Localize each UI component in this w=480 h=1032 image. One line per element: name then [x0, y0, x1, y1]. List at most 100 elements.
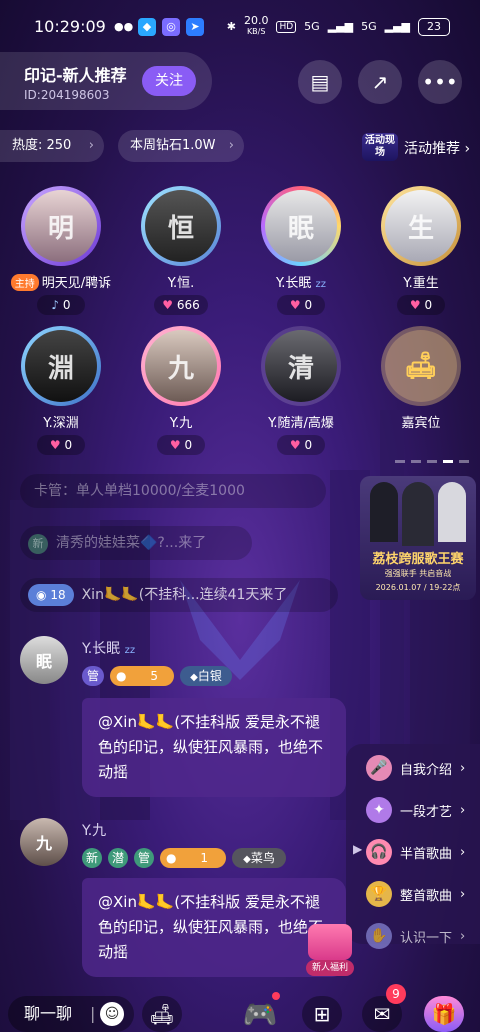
status-bar: 10:29:09 ●● ◆ ◎ ➤ ✱ 20.0 KB/S HD 5G ▂▄▆ 5G…: [0, 0, 480, 52]
eye-icon: ◉: [36, 588, 47, 602]
message-avatar[interactable]: 眠: [20, 636, 68, 684]
more-button[interactable]: •••: [418, 60, 462, 104]
newbie-gift[interactable]: 新人福利: [306, 924, 354, 976]
avatar: 恒: [145, 190, 217, 262]
chevron-right-icon: ›: [88, 138, 94, 153]
guest-seat-label: 嘉宾位: [401, 416, 441, 431]
rank-tag: ◆白银: [180, 666, 232, 686]
share-button[interactable]: ↗: [358, 60, 402, 104]
talent-icon: ✦: [366, 797, 392, 823]
headphones-icon: 🎧: [366, 839, 392, 865]
chevron-right-icon: ›: [460, 844, 466, 860]
activity-badge[interactable]: 活动现场: [362, 133, 398, 161]
menu-collapse-arrow[interactable]: ▶: [353, 842, 362, 856]
avatar: 明: [25, 190, 97, 262]
seat-request-button[interactable]: 🛋: [142, 996, 182, 1032]
avatar-ring: 淵: [21, 326, 101, 406]
grid-icon: ⊞: [313, 1002, 331, 1026]
seat-name: Y.恒.: [167, 276, 195, 291]
mic-seat-7[interactable]: 清 Y.随清/高爆 ♥ 0: [246, 326, 356, 455]
admin-tag: 管: [134, 848, 154, 868]
sofa-icon: 🛋: [385, 330, 457, 402]
new-tag: 新: [28, 534, 48, 554]
signal-1: 5G: [304, 20, 320, 33]
chevron-right-icon: ›: [460, 928, 466, 944]
announcement-button[interactable]: ▤: [298, 60, 342, 104]
seat-count: ♪ 0: [37, 295, 85, 315]
menu-item-half-song[interactable]: 🎧 半首歌曲 ›: [366, 839, 465, 865]
game-button[interactable]: 🎮: [240, 992, 280, 1032]
room-id: ID:204198603: [24, 88, 110, 102]
chevron-right-icon: ›: [460, 886, 466, 902]
banner-title: 荔枝跨服歌王赛: [372, 552, 464, 567]
heat-pill[interactable]: 热度: 250 ›: [0, 130, 104, 162]
guest-seat[interactable]: 🛋 嘉宾位: [366, 326, 476, 431]
chevron-right-icon: ›: [460, 760, 466, 776]
sleep-icon: zz: [315, 279, 327, 290]
mic-seat-5[interactable]: 淵 Y.深淵 ♥ 0: [6, 326, 116, 455]
microphone-icon: 🎤: [366, 755, 392, 781]
mic-seat-4[interactable]: 生 Y.重生 ♥ 0: [366, 186, 476, 315]
mail-icon: ✉: [373, 1002, 391, 1026]
seat-name: Y.重生: [403, 276, 439, 291]
chat-input[interactable]: 聊一聊 | ☺: [8, 996, 134, 1032]
seat-count: ♥ 0: [397, 295, 445, 315]
seat-count: ♥ 0: [277, 295, 325, 315]
seat-name: Y.九: [169, 416, 193, 431]
event-banner[interactable]: 荔枝跨服歌王赛 强强联手 共启音战 2026.01.07 / 19-22点: [360, 476, 476, 600]
banner-subtitle: 强强联手 共启音战: [384, 569, 452, 578]
status-time: 10:29:09: [34, 17, 106, 36]
seat-name: 主持 明天见/聘诉: [6, 272, 116, 291]
feishu-icon: ➤: [186, 18, 204, 36]
wealth-level-tag: ● 5: [110, 666, 174, 686]
heart-icon: ♥: [289, 438, 301, 452]
coin-icon: ●: [166, 851, 177, 865]
messages-button[interactable]: ✉ 9: [362, 984, 406, 1032]
apps-button[interactable]: ⊞: [302, 996, 342, 1032]
battery: 23: [418, 17, 450, 36]
signal-2: 5G: [361, 20, 377, 33]
mic-seat-2[interactable]: 恒 Y.恒. ♥ 666: [126, 186, 236, 315]
handshake-icon: ✋: [366, 923, 392, 949]
seat-name: Y.深淵: [43, 416, 79, 431]
avatar: 生: [385, 190, 457, 262]
message-avatar[interactable]: 九: [20, 818, 68, 866]
sleep-icon: zz: [124, 645, 136, 656]
avatar-ring: 九: [141, 326, 221, 406]
notice-board-icon: ▤: [310, 70, 330, 94]
avatar-ring: 眠: [261, 186, 341, 266]
activity-recommend[interactable]: 活动推荐 ›: [404, 138, 470, 158]
avatar-ring: 明: [21, 186, 101, 266]
diamond-pill[interactable]: 本周钻石1.0W ›: [118, 130, 244, 162]
seat-count: ♥ 0: [277, 435, 325, 455]
gamepad-icon: 🎮: [242, 997, 278, 1031]
join-message-2: ◉ 18 Xin🦶🦶(不挂科...连续41天来了: [20, 578, 338, 612]
signal-bars-icon: ▂▄▆: [327, 20, 354, 33]
rank-tag: ◆菜鸟: [232, 848, 286, 868]
mic-seat-3[interactable]: 眠 Y.长眠 zz ♥ 0: [246, 186, 356, 315]
menu-item-full-song[interactable]: 🏆 整首歌曲 ›: [366, 881, 465, 907]
message-sender[interactable]: Y.长眠 zz: [82, 638, 135, 658]
mic-seat-1[interactable]: 明 主持 明天见/聘诉 ♪ 0: [6, 186, 116, 315]
avatar-ring: 恒: [141, 186, 221, 266]
seat-name: Y.随清/高爆: [268, 416, 334, 431]
message-sender[interactable]: Y.九: [82, 820, 106, 840]
mic-seat-6[interactable]: 九 Y.九 ♥ 0: [126, 326, 236, 455]
avatar-ring: 生: [381, 186, 461, 266]
newbie-tag: 新: [82, 848, 102, 868]
room-notice: 卡管：单人单档10000/全麦1000: [20, 474, 326, 508]
coin-icon: ●: [116, 669, 127, 683]
emoji-icon[interactable]: ☺: [100, 1002, 124, 1026]
heart-icon: ♥: [169, 438, 181, 452]
menu-item-talent[interactable]: ✦ 一段才艺 ›: [366, 797, 465, 823]
join-message-1: 新清秀的娃娃菜🔷?...来了: [20, 526, 252, 560]
gift-button[interactable]: 🎁: [424, 996, 464, 1032]
message-bubble[interactable]: @Xin🦶🦶(不挂科版 爱是永不褪色的印记，纵使狂风暴雨，也绝不动摇: [82, 698, 346, 797]
status-right: ✱ 20.0 KB/S HD 5G ▂▄▆ 5G ▂▄▆ 23: [227, 15, 450, 37]
chevron-right-icon: ›: [228, 138, 234, 153]
seat-name: Y.长眠 zz: [275, 276, 327, 291]
diamond-value: 本周钻石1.0W: [130, 138, 216, 153]
follow-button[interactable]: 关注: [142, 66, 196, 96]
menu-item-self-intro[interactable]: 🎤 自我介绍 ›: [366, 755, 465, 781]
menu-item-get-to-know[interactable]: ✋ 认识一下 ›: [366, 923, 465, 949]
